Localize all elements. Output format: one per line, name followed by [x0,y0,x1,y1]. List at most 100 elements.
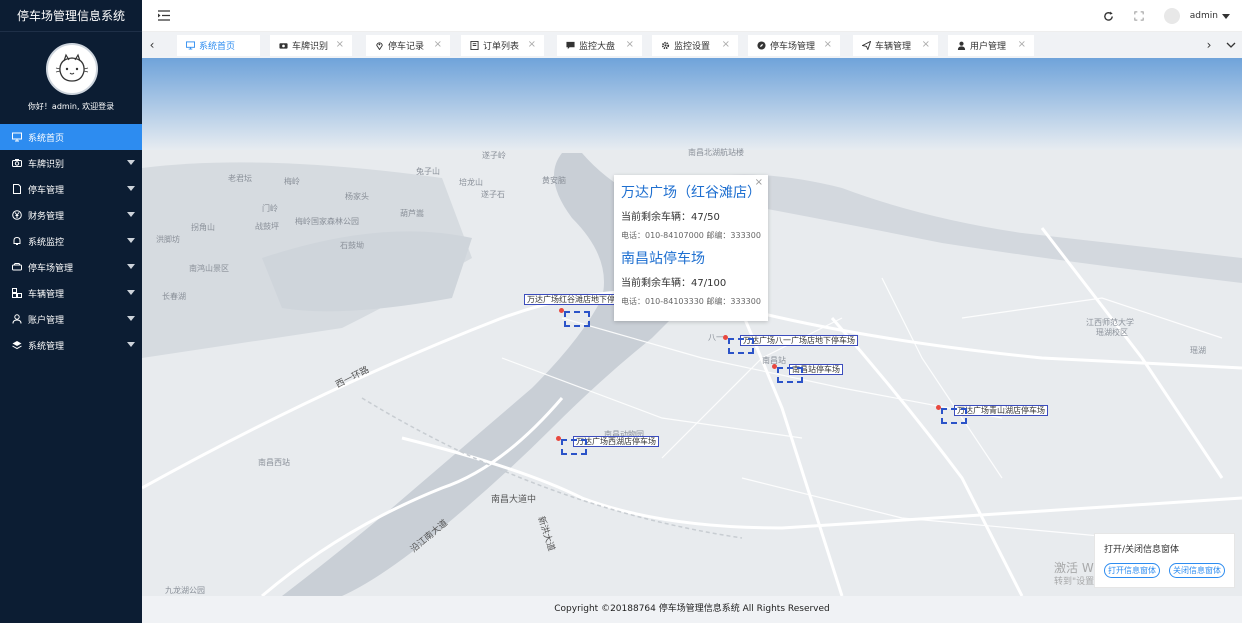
map-place-label: 南昌北湖航站楼 [688,148,744,157]
sidebar-item-plate-recognition[interactable]: 车牌识别 [0,150,142,176]
map-place-label: 瑶湖校区 [1096,328,1128,337]
document-icon [470,41,479,50]
open-info-window-button[interactable]: 打开信息窗体 [1104,563,1160,578]
close-icon[interactable]: × [755,177,763,188]
marker-label[interactable]: 万达广场青山湖店停车场 [954,405,1048,416]
bell-icon [13,236,21,245]
chevron-down-icon [127,264,135,269]
close-icon[interactable]: × [824,39,832,50]
tab-dropdown-icon[interactable] [1220,32,1242,58]
sidebar-item-label: 停车管理 [28,185,65,196]
chevron-down-icon [127,316,135,321]
info-toggle-buttons: 打开信息窗体 关闭信息窗体 [1104,563,1225,578]
sidebar-item-accounts[interactable]: 账户管理 [0,306,142,332]
chevron-down-icon[interactable] [1222,13,1230,19]
close-icon[interactable]: × [922,39,930,50]
map-place-label: 石鼓坳 [340,241,364,250]
sidebar: 停车场管理信息系统 你好！admin, 欢迎登录 系统首页 车牌识别 停车管理 … [0,0,142,623]
tab-label: 车辆管理 [875,42,912,52]
gear-icon [661,41,670,50]
tab-parking-lot-management[interactable]: 停车场管理 × [748,35,840,56]
monitor-icon [186,41,195,50]
map-place-label: 兔子山 [416,167,440,176]
tab-home[interactable]: 系统首页 [177,35,260,56]
avatar[interactable] [46,43,98,95]
sidebar-item-label: 系统首页 [28,133,65,144]
tab-monitor-settings[interactable]: 监控设置 × [652,35,738,56]
user-icon [12,314,22,324]
close-icon[interactable]: × [626,39,634,50]
tab-scroll-left-icon[interactable]: ‹ [142,32,162,58]
user-panel: 你好！admin, 欢迎登录 [0,32,142,124]
tab-label: 停车场管理 [770,42,816,52]
map-place-label: 门岭 [262,204,278,213]
tab-label: 车牌识别 [292,42,329,52]
map-place-label: 战鼓坪 [255,222,279,231]
camera-icon [12,159,22,167]
sidebar-item-label: 车牌识别 [28,159,65,170]
marker-label[interactable]: 万达广场八一广场店地下停车场 [740,335,858,346]
top-header: admin [142,0,1242,32]
map-background [142,58,1242,596]
user-avatar[interactable] [1163,8,1180,24]
welcome-text: 你好！admin, 欢迎登录 [27,102,115,111]
tab-parking-records[interactable]: 停车记录 × [366,35,450,56]
cartoon-face-icon [55,53,89,82]
chat-icon [566,41,575,50]
sidebar-item-label: 停车场管理 [28,263,74,274]
map-place-label: 梅岭国家森林公园 [295,217,359,226]
close-info-window-button[interactable]: 关闭信息窗体 [1169,563,1225,578]
app-title: 停车场管理信息系统 [0,0,142,32]
map-place-label: 梅岭 [284,177,300,186]
sidebar-item-monitoring[interactable]: 系统监控 [0,228,142,254]
map-place-label: 拐角山 [191,223,215,232]
sidebar-item-home[interactable]: 系统首页 [0,124,142,150]
tab-controls: › [1198,32,1242,58]
chevron-down-icon [127,160,135,165]
sidebar-item-label: 账户管理 [28,315,65,326]
map-view[interactable]: 遂子岭 南昌北湖航站楼 老君坛 兔子山 培龙山 黄安脑 梅岭 杨家头 遂子石 门… [142,58,1242,596]
sidebar-item-parking[interactable]: 停车管理 [0,176,142,202]
info-entry-remaining: 当前剩余车辆：47/100 [621,278,727,289]
close-icon[interactable]: × [528,39,536,50]
map-place-label: 洪脚坊 [156,235,180,244]
tab-label: 系统首页 [199,42,236,52]
map-place-label: 遂子石 [481,190,505,199]
tab-plate-recognition[interactable]: 车牌识别 × [270,35,352,56]
map-place-label: 长春湖 [162,292,186,301]
sidebar-item-finance[interactable]: 财务管理 [0,202,142,228]
sidebar-menu: 系统首页 车牌识别 停车管理 财务管理 系统监控 停车场管理 车辆管理 账户管理… [0,124,142,358]
user-name[interactable]: admin [1190,11,1218,21]
map-place-label: 黄安脑 [542,176,566,185]
close-icon[interactable]: × [434,39,442,50]
map-place-label: 九龙湖公园 [165,586,205,595]
tab-order-list[interactable]: 订单列表 × [461,35,544,56]
marker-area [777,367,803,383]
close-icon[interactable]: × [1018,39,1026,50]
close-icon[interactable]: × [336,39,344,50]
fullscreen-icon[interactable] [1132,9,1146,23]
map-place-label: 杨家头 [345,192,369,201]
close-icon[interactable]: × [722,39,730,50]
user-icon [957,41,966,50]
tab-label: 监控大盘 [579,42,616,52]
info-window: × 万达广场（红谷滩店） 当前剩余车辆：47/50 电话：010-8410700… [614,175,768,321]
sidebar-item-label: 财务管理 [28,211,65,222]
sidebar-item-parking-lot[interactable]: 停车场管理 [0,254,142,280]
tab-label: 用户管理 [970,42,1007,52]
info-entry-contact: 电话：010-84107000 邮编：333300 [621,231,761,240]
tab-list: 系统首页 车牌识别 × 停车记录 × 订单列表 × 监控大盘 × 监控设置 × [162,32,1242,58]
map-place-label: 瑶湖 [1190,346,1206,355]
vehicle-icon [12,288,22,298]
tab-scroll-right-icon[interactable]: › [1198,32,1220,58]
footer: Copyright ©20188764 停车场管理信息系统 All Rights… [142,596,1242,623]
sidebar-item-vehicles[interactable]: 车辆管理 [0,280,142,306]
tab-monitor-dashboard[interactable]: 监控大盘 × [557,35,642,56]
tab-vehicle-management[interactable]: 车辆管理 × [853,35,938,56]
menu-collapse-icon[interactable] [158,10,170,21]
tab-user-management[interactable]: 用户管理 × [948,35,1034,56]
map-place-label: 南昌西站 [258,458,290,467]
yen-icon [12,210,22,220]
refresh-icon[interactable] [1102,9,1116,23]
sidebar-item-system[interactable]: 系统管理 [0,332,142,358]
